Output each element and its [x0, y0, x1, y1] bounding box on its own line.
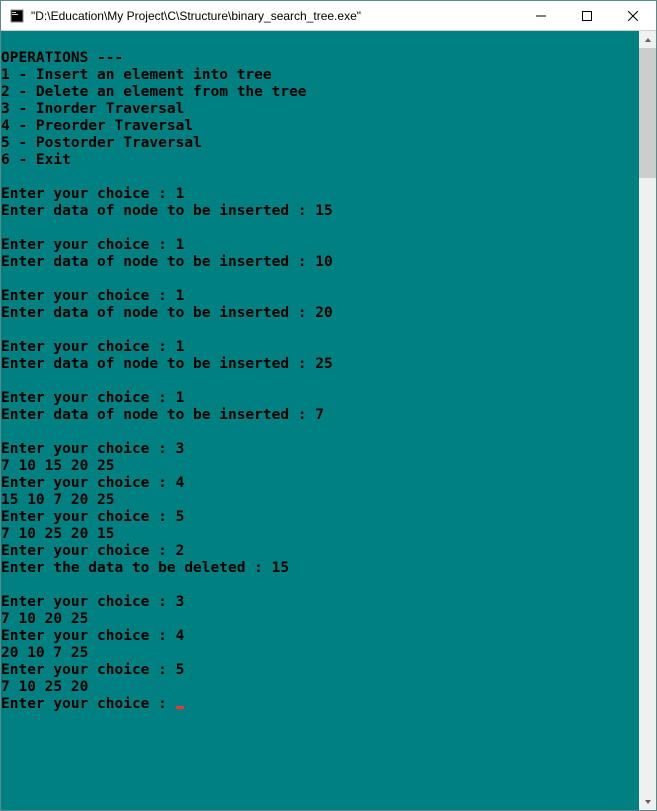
console-line: Enter your choice : 1	[1, 288, 639, 305]
console-line: Enter your choice : 1	[1, 237, 639, 254]
console-line	[1, 271, 639, 288]
console-line: 5 - Postorder Traversal	[1, 135, 639, 152]
console-line: 3 - Inorder Traversal	[1, 101, 639, 118]
window-controls	[518, 1, 656, 30]
console-line: Enter your choice : 1	[1, 186, 639, 203]
console-line: Enter data of node to be inserted : 7	[1, 407, 639, 424]
vertical-scrollbar[interactable]	[639, 31, 656, 810]
console-line	[1, 577, 639, 594]
console-prompt: Enter your choice :	[1, 696, 176, 712]
console-prompt-line: Enter your choice :	[1, 696, 639, 713]
console-line: Enter your choice : 4	[1, 475, 639, 492]
console-line: Enter your choice : 5	[1, 662, 639, 679]
console-line: Enter your choice : 1	[1, 339, 639, 356]
minimize-button[interactable]	[518, 1, 564, 30]
console-line: Enter data of node to be inserted : 20	[1, 305, 639, 322]
console-line: Enter data of node to be inserted : 25	[1, 356, 639, 373]
console-line: Enter your choice : 1	[1, 390, 639, 407]
console-line	[1, 373, 639, 390]
titlebar: "D:\Education\My Project\C\Structure\bin…	[1, 1, 656, 31]
console-line	[1, 322, 639, 339]
app-icon	[9, 8, 25, 24]
console-line: 15 10 7 20 25	[1, 492, 639, 509]
console-line	[1, 169, 639, 186]
console-line: 7 10 25 20 15	[1, 526, 639, 543]
console-line: 6 - Exit	[1, 152, 639, 169]
window-title: "D:\Education\My Project\C\Structure\bin…	[31, 9, 518, 23]
console-line: Enter data of node to be inserted : 15	[1, 203, 639, 220]
console-line: Enter data of node to be inserted : 10	[1, 254, 639, 271]
console-line	[1, 220, 639, 237]
console-line: 7 10 15 20 25	[1, 458, 639, 475]
scrollbar-thumb[interactable]	[639, 48, 656, 178]
console-line: 2 - Delete an element from the tree	[1, 84, 639, 101]
scroll-up-button[interactable]	[639, 31, 656, 48]
console-line: 7 10 25 20	[1, 679, 639, 696]
scroll-down-button[interactable]	[639, 793, 656, 810]
console-line: 1 - Insert an element into tree	[1, 67, 639, 84]
cursor	[176, 706, 184, 709]
console-line: Enter your choice : 4	[1, 628, 639, 645]
console-line: Enter your choice : 5	[1, 509, 639, 526]
console-output[interactable]: OPERATIONS ---1 - Insert an element into…	[1, 31, 639, 810]
console-area: OPERATIONS ---1 - Insert an element into…	[1, 31, 656, 810]
maximize-button[interactable]	[564, 1, 610, 30]
console-line: Enter your choice : 3	[1, 594, 639, 611]
console-line: Enter your choice : 3	[1, 441, 639, 458]
close-button[interactable]	[610, 1, 656, 30]
scrollbar-track[interactable]	[639, 48, 656, 793]
console-window: "D:\Education\My Project\C\Structure\bin…	[0, 0, 657, 811]
console-line: OPERATIONS ---	[1, 50, 639, 67]
console-line: Enter your choice : 2	[1, 543, 639, 560]
console-line	[1, 33, 639, 50]
console-line: Enter the data to be deleted : 15	[1, 560, 639, 577]
console-line	[1, 424, 639, 441]
console-line: 20 10 7 25	[1, 645, 639, 662]
console-line: 7 10 20 25	[1, 611, 639, 628]
console-line: 4 - Preorder Traversal	[1, 118, 639, 135]
